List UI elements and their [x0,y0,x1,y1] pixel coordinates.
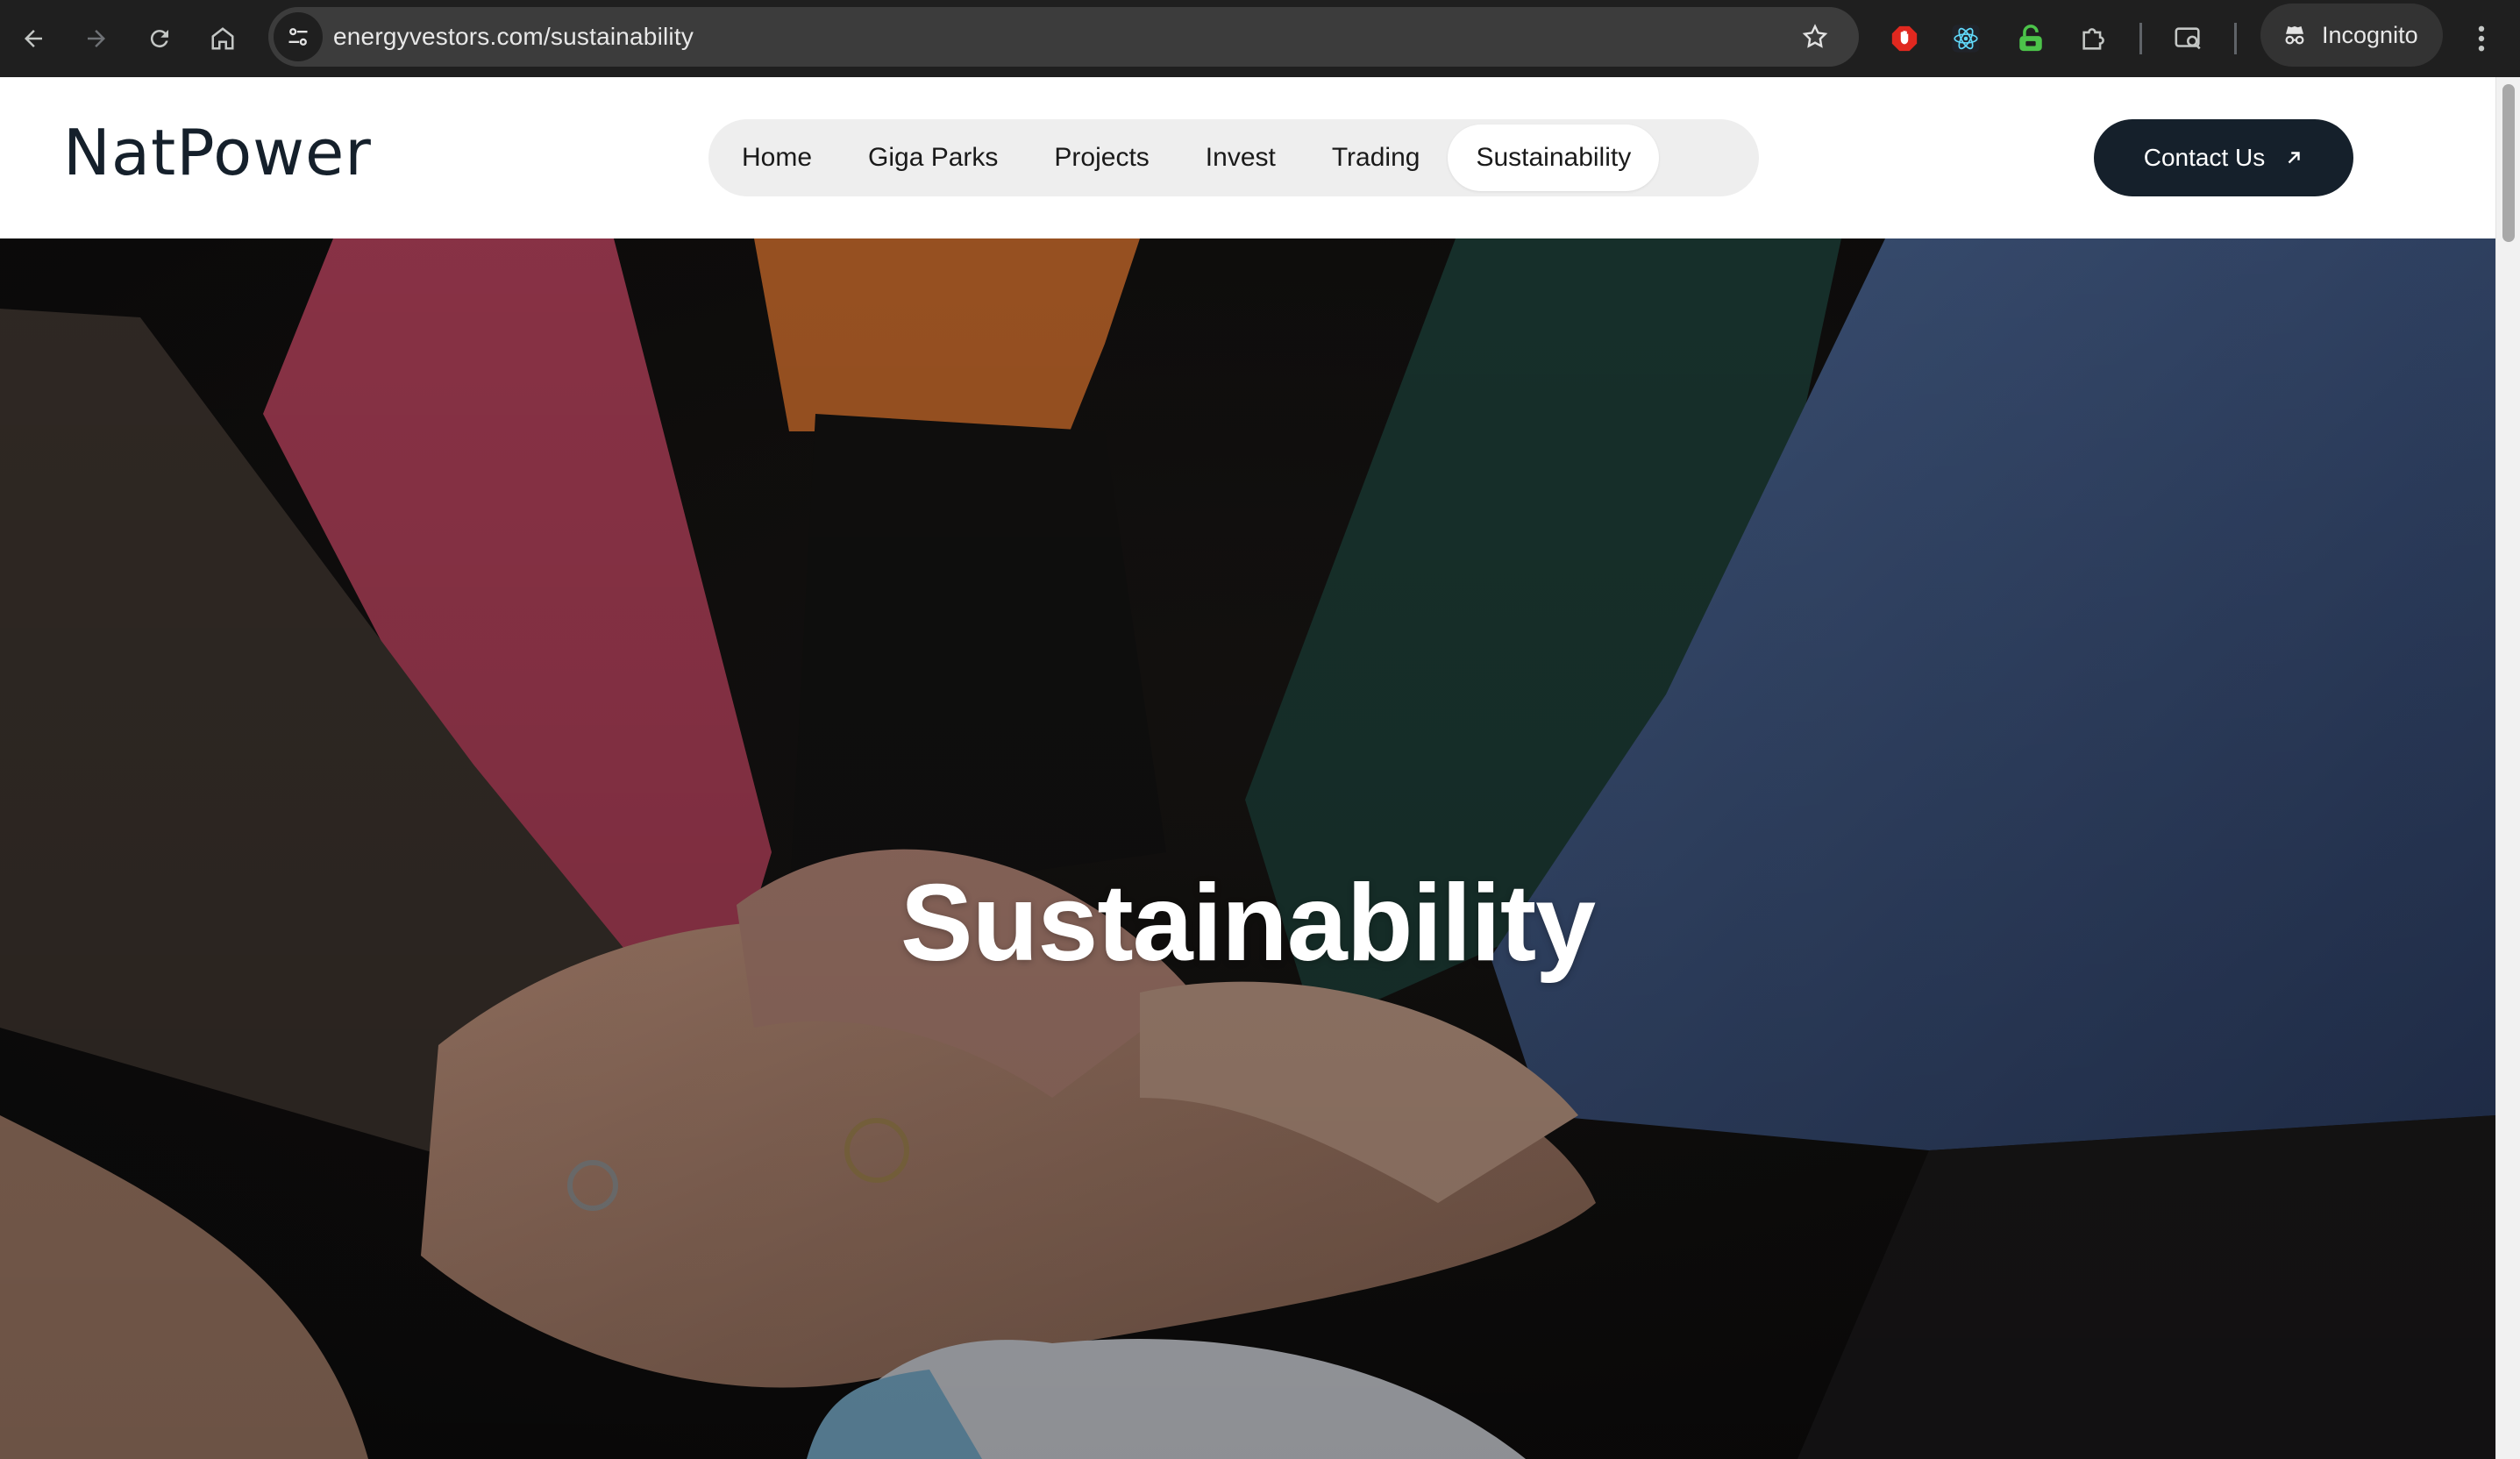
site-settings-button[interactable] [274,12,323,61]
extension-button-3[interactable] [2008,16,2054,61]
extensions-puzzle-icon [2082,28,2104,50]
nav-item-invest[interactable]: Invest [1178,125,1304,191]
extension-shield-icon [1891,25,1918,52]
bookmark-star-icon [1802,24,1828,48]
address-bar[interactable]: energyvestors.com/sustainability [268,7,1859,67]
scrollbar-thumb[interactable] [2502,84,2515,242]
back-button[interactable] [12,18,54,60]
nav-item-home[interactable]: Home [714,125,840,191]
site-header: NatPower Home Giga Parks Projects Invest… [0,77,2495,238]
reload-button[interactable] [139,18,181,60]
nav-item-trading[interactable]: Trading [1304,125,1449,191]
forward-button[interactable] [75,18,117,60]
contact-us-button[interactable]: Contact Us [2094,119,2353,196]
back-icon [25,30,42,47]
browser-toolbar: energyvestors.com/sustainability Incogni… [0,0,2520,77]
page-scrollbar[interactable] [2495,77,2520,1459]
natpower-logo[interactable]: NatPower [63,116,372,189]
home-button[interactable] [202,18,244,60]
nav-item-projects[interactable]: Projects [1026,125,1177,191]
home-icon [211,27,234,50]
bookmark-button[interactable] [1794,16,1836,58]
extension-button-1[interactable] [1882,16,1927,61]
main-nav: Home Giga Parks Projects Invest Trading … [708,119,1759,196]
extension-lock-icon [2019,25,2042,52]
nav-item-sustainability[interactable]: Sustainability [1448,125,1660,191]
tab-search-icon [2175,27,2201,50]
nav-item-giga-parks[interactable]: Giga Parks [840,125,1026,191]
site-settings-icon [288,28,308,46]
extension-button-2[interactable] [1943,16,1989,61]
forward-icon [88,30,105,47]
tab-search-button[interactable] [2166,16,2211,61]
contact-us-label: Contact Us [2143,144,2266,171]
hands-together-photo [0,238,2495,1459]
incognito-label: Incognito [2322,21,2418,48]
menu-kebab-icon [2478,25,2485,52]
browser-menu-button[interactable] [2464,18,2499,60]
incognito-profile-button[interactable]: Incognito [2260,4,2443,67]
incognito-icon [2285,26,2304,45]
toolbar-divider [2234,23,2237,54]
url-text[interactable]: energyvestors.com/sustainability [333,7,694,67]
hero-section: Sustainability [0,238,2495,1459]
extension-react-icon [1952,25,1980,53]
page-title: Sustainability [900,863,1596,984]
toolbar-divider [2139,23,2142,54]
extensions-button[interactable] [2071,16,2117,61]
arrow-up-right-icon [2288,152,2300,164]
reload-icon [150,30,168,48]
